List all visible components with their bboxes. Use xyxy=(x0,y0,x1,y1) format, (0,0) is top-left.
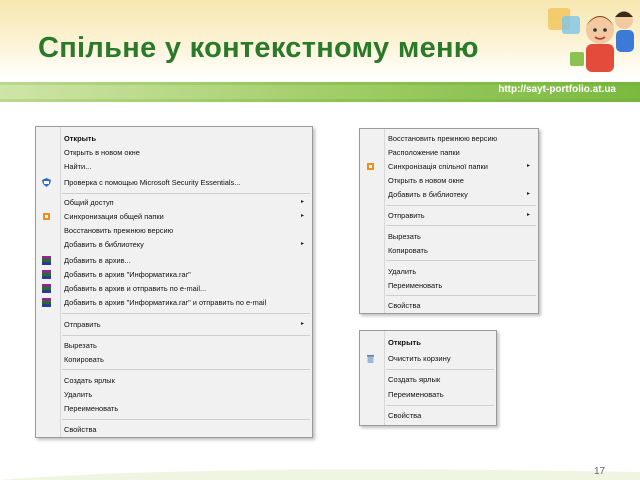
sync-icon xyxy=(367,163,374,170)
winrar-icon xyxy=(42,256,51,265)
menu-item-rename[interactable]: Переименовать xyxy=(36,402,312,415)
menu-item-find[interactable]: Найти... xyxy=(36,160,312,173)
sync-icon xyxy=(43,213,50,220)
menu-item-properties[interactable]: Свойства xyxy=(36,423,312,436)
menu-item-delete[interactable]: Удалить xyxy=(36,388,312,401)
page-number: 17 xyxy=(594,466,606,477)
url-bar: http://sayt-portfolio.at.ua xyxy=(0,82,640,102)
menu-item-add-to-archive-rar[interactable]: Добавить в архив "Информатика.rar" xyxy=(36,268,312,281)
menu-item-open-new-window[interactable]: Открыть в новом окне xyxy=(360,174,538,187)
slide-title: Спільне у контекстному меню xyxy=(38,32,479,64)
menu-item-empty-recycle-bin[interactable]: Очистить корзину xyxy=(360,352,496,365)
recycle-bin-icon xyxy=(367,355,374,363)
menu-item-create-shortcut[interactable]: Создать ярлык xyxy=(360,373,496,386)
menu-item-add-to-archive[interactable]: Добавить в архив... xyxy=(36,254,312,267)
menu-item-send-to[interactable]: Отправить ▸ xyxy=(360,209,538,222)
slide-footer-decoration xyxy=(0,469,640,480)
winrar-icon xyxy=(42,298,51,307)
menu-item-add-to-library[interactable]: Добавить в библиотеку ▸ xyxy=(36,238,312,251)
context-menu-shared-folder: Восстановить прежнюю версию Расположение… xyxy=(359,128,539,314)
menu-item-cut[interactable]: Вырезать xyxy=(360,230,538,243)
menu-item-open-new-window[interactable]: Открыть в новом окне xyxy=(36,146,312,159)
menu-item-restore-previous-version[interactable]: Восстановить прежнюю версию xyxy=(36,224,312,237)
menu-item-sync-shared-folder[interactable]: Синхронизация общей папки ▸ xyxy=(36,210,312,223)
context-menu-folder: Открыть Открыть в новом окне Найти... Пр… xyxy=(35,126,313,438)
context-menu-recycle-bin: Открыть Очистить корзину Создать ярлык П… xyxy=(359,330,497,426)
site-url[interactable]: http://sayt-portfolio.at.ua xyxy=(498,84,616,95)
security-essentials-icon xyxy=(42,178,51,187)
menu-item-add-to-library[interactable]: Добавить в библиотеку ▸ xyxy=(360,188,538,201)
menu-item-share[interactable]: Общий доступ ▸ xyxy=(36,196,312,209)
winrar-icon xyxy=(42,270,51,279)
menu-item-create-shortcut[interactable]: Создать ярлык xyxy=(36,374,312,387)
menu-item-archive-and-email[interactable]: Добавить в архив и отправить по e-mail..… xyxy=(36,282,312,295)
menu-item-open[interactable]: Открыть xyxy=(360,336,496,349)
menu-item-properties[interactable]: Свойства xyxy=(360,299,538,312)
winrar-icon xyxy=(42,284,51,293)
menu-item-archive-rar-and-email[interactable]: Добавить в архив "Информатика.rar" и отп… xyxy=(36,296,312,309)
menu-item-cut[interactable]: Вырезать xyxy=(36,339,312,352)
menu-item-restore-previous-version[interactable]: Восстановить прежнюю версию xyxy=(360,132,538,145)
menu-item-rename[interactable]: Переименовать xyxy=(360,388,496,401)
menu-item-copy[interactable]: Копировать xyxy=(36,353,312,366)
menu-item-security-scan[interactable]: Проверка с помощью Microsoft Security Es… xyxy=(36,176,312,189)
menu-item-properties[interactable]: Свойства xyxy=(360,409,496,422)
menu-item-sync-shared-folder[interactable]: Синхронізація спільної папки ▸ xyxy=(360,160,538,173)
menu-item-delete[interactable]: Удалить xyxy=(360,265,538,278)
menu-item-folder-location[interactable]: Расположение папки xyxy=(360,146,538,159)
kids-clipart-icon xyxy=(548,8,634,72)
menu-item-copy[interactable]: Копировать xyxy=(360,244,538,257)
menu-item-send-to[interactable]: Отправить ▸ xyxy=(36,318,312,331)
menu-item-rename[interactable]: Переименовать xyxy=(360,279,538,292)
menu-item-open[interactable]: Открыть xyxy=(36,132,312,145)
